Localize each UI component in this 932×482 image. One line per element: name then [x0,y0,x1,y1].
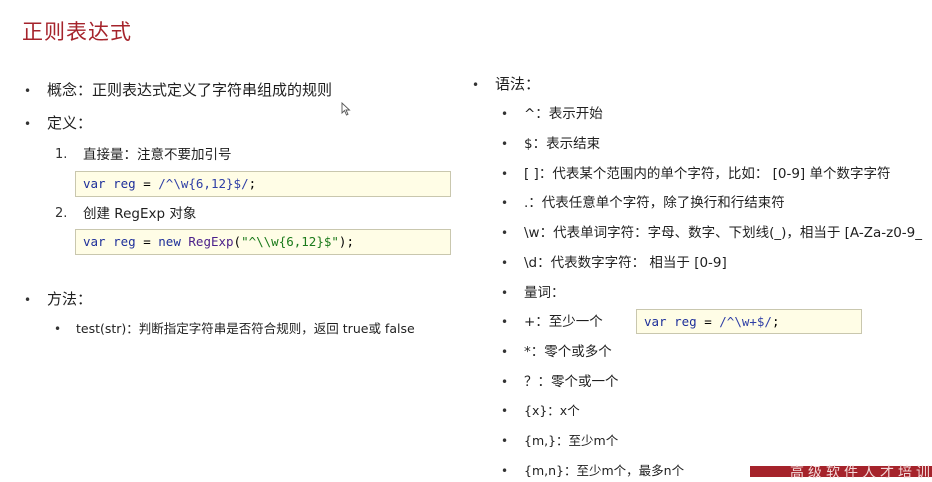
syntax-item: [ ]：代表某个范围内的单个字符，比如： [0-9] 单个数字字符 [524,166,891,182]
code-box-plus: var reg = /^\w+$/; [636,309,862,334]
syntax-item: {m,n}：至少m个，最多n个 [524,463,685,478]
bullet: • [24,84,32,98]
code-box-regexp: var reg = new RegExp("^\\w{6,12}$"); [75,229,451,255]
bullet: • [501,107,509,121]
bullet: • [501,226,509,240]
bullet: • [472,78,480,92]
bullet: • [501,286,509,300]
bullet: • [501,464,509,478]
bullet: • [501,137,509,151]
syntax-item: .：代表任意单个字符，除了换行和行结束符 [524,195,785,211]
methods-heading: 方法： [47,290,93,308]
syntax-item: {m,}：至少m个 [524,433,619,448]
list-number: 2. [55,206,68,221]
syntax-item: +：至少一个 [524,314,603,330]
bullet: • [501,315,509,329]
syntax-item: \d：代表数字字符： 相当于 [0-9] [524,255,727,271]
syntax-item: ^：表示开始 [524,106,603,122]
definition-heading: 定义： [47,114,93,132]
method-test: test(str)：判断指定字符串是否符合规则，返回 true或 false [76,321,415,336]
footer-text: 高级软件人才培训专 [790,465,932,481]
bullet: • [24,293,32,307]
def-item-literal: 直接量：注意不要加引号 [83,147,232,163]
bullet: • [501,167,509,181]
syntax-item: 量词： [524,285,565,301]
syntax-heading: 语法： [495,75,541,93]
slide-title: 正则表达式 [22,20,132,44]
bullet: • [501,404,509,418]
bullet: • [501,345,509,359]
syntax-item: {x}：x个 [524,403,580,418]
bullet: • [54,322,62,336]
bullet: • [501,375,509,389]
bullet: • [24,117,32,131]
bullet: • [501,434,509,448]
syntax-item: ？：零个或一个 [524,374,619,390]
mouse-cursor-icon [341,102,351,116]
list-number: 1. [55,147,68,162]
def-item-regexp: 创建 RegExp 对象 [83,206,197,222]
bullet: • [501,196,509,210]
concept-text: 概念：正则表达式定义了字符串组成的规则 [47,81,333,99]
syntax-item: *：零个或多个 [524,344,612,360]
syntax-item: $：表示结束 [524,136,601,152]
code-box-literal: var reg = /^\w{6,12}$/; [75,171,451,197]
syntax-item: \w：代表单词字符：字母、数字、下划线(_)，相当于 [A-Za-z0-9_ [524,225,923,241]
bullet: • [501,256,509,270]
